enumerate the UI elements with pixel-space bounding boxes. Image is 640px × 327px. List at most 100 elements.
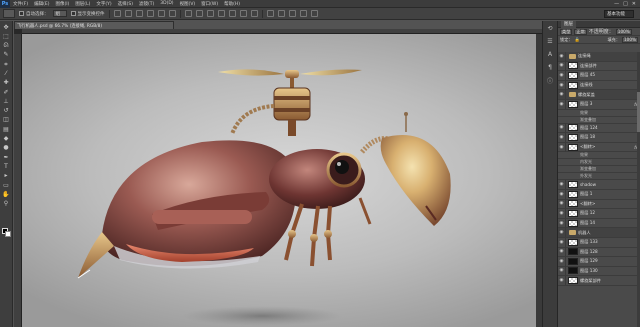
tool-preset-picker[interactable] [3,9,15,18]
visibility-eye-icon[interactable]: ◉ [558,266,566,276]
menu-select[interactable]: 选择(S) [115,1,136,7]
dodge-tool-icon[interactable]: ● [2,145,11,152]
layer-filter-select[interactable]: 类型 [560,28,573,35]
quick-select-tool-icon[interactable]: ✎ [2,52,11,59]
history-brush-tool-icon[interactable]: ↺ [2,108,11,115]
gradient-tool-icon[interactable]: ▤ [2,126,11,133]
marquee-tool-icon[interactable]: ⬚ [2,33,11,40]
visibility-eye-icon[interactable]: ◉ [558,256,566,266]
canvas[interactable] [22,34,536,327]
layer-effect-row[interactable]: 外发光 [558,173,640,181]
layer-row[interactable]: ◉ <翻转> [558,199,640,210]
visibility-eye-icon[interactable]: ◉ [558,208,566,218]
visibility-eye-icon[interactable]: ◉ [558,199,566,209]
align-hcenter-icon[interactable] [157,10,165,17]
hand-tool-icon[interactable]: ✋ [2,191,11,198]
healing-brush-tool-icon[interactable]: ✚ [2,80,11,87]
layer-row[interactable]: ◉ 图层 14 [558,218,640,229]
blur-tool-icon[interactable]: ◆ [2,136,11,143]
layer-row[interactable]: ◉ shadow [558,180,640,190]
layer-row[interactable]: ◉ 图层 12 [558,208,640,219]
opacity-input[interactable]: 100% [615,28,632,35]
visibility-eye-icon[interactable]: ◉ [558,142,566,152]
layer-row[interactable]: ◉ 图层 18 [558,132,640,143]
visibility-eye-icon[interactable]: ◉ [558,61,566,71]
layer-row[interactable]: ◉<翻转>fx [558,142,640,153]
3d-pan-icon[interactable] [288,10,296,17]
layer-row[interactable]: ◉ 图层 124 [558,123,640,134]
lock-icon[interactable]: 🔒 [575,37,580,43]
clone-stamp-tool-icon[interactable]: ⊥ [2,98,11,105]
menu-image[interactable]: 图像(I) [52,1,72,7]
auto-select-target-select[interactable]: 组 [52,10,67,17]
layer-row[interactable]: ◉ 螺旋桨部件 [558,276,640,286]
menu-file[interactable]: 文件(F) [10,1,31,7]
lasso-tool-icon[interactable]: ᘏ [2,43,11,50]
visibility-eye-icon[interactable]: ◉ [558,228,566,238]
rectangle-tool-icon[interactable]: ▭ [2,182,11,189]
brush-tool-icon[interactable]: ✐ [2,89,11,96]
type-tool-icon[interactable]: T [2,163,11,170]
layer-effect-row[interactable]: 内发光 [558,159,640,167]
align-left-icon[interactable] [146,10,154,17]
layer-row[interactable]: ◉ 图层 133 [558,237,640,248]
menu-edit[interactable]: 编辑(E) [31,1,52,7]
layer-effect-row[interactable]: 渐变叠加 [558,166,640,174]
align-bottom-icon[interactable] [135,10,143,17]
layer-row[interactable]: ◉ 图层 1 [558,189,640,200]
visibility-eye-icon[interactable]: ◉ [558,276,566,286]
visibility-eye-icon[interactable]: ◉ [558,218,566,228]
properties-panel-icon[interactable]: ☰ [545,37,555,45]
layer-row[interactable]: ◉图层 3fx [558,99,640,110]
visibility-eye-icon[interactable]: ◉ [558,237,566,247]
tab-layers[interactable]: 图层 [561,20,576,28]
menu-view[interactable]: 视图(V) [177,1,199,7]
vertical-ruler[interactable] [14,34,22,327]
layer-row[interactable]: ◉ 连接部件 [558,61,640,72]
3d-roll-icon[interactable] [277,10,285,17]
eyedropper-tool-icon[interactable]: ⁄ [2,70,11,77]
layer-row[interactable]: ◉ 图层 129 [558,256,640,267]
visibility-eye-icon[interactable]: ◉ [558,123,566,133]
3d-rotate-icon[interactable] [266,10,274,17]
fill-input[interactable]: 100% [622,36,638,43]
align-top-icon[interactable] [113,10,121,17]
minimize-button[interactable]: — [614,1,619,7]
character-panel-icon[interactable]: A [545,50,555,58]
blend-mode-select[interactable]: 正常 [574,28,587,35]
info-panel-icon[interactable]: ⓘ [545,76,555,85]
auto-align-icon[interactable] [250,10,258,17]
visibility-eye-icon[interactable]: ◉ [558,80,566,90]
layer-row[interactable]: ◉ 图层 130 [558,266,640,277]
3d-scale-icon[interactable] [310,10,318,17]
visibility-eye-icon[interactable]: ◉ [558,99,566,109]
document-tab[interactable]: 飞行机器人.psd @ 66.7% (连接绳, RGB/8) [14,21,174,29]
align-right-icon[interactable] [168,10,176,17]
background-color-swatch[interactable] [5,231,11,237]
paragraph-panel-icon[interactable]: ¶ [545,63,555,71]
workspace-select[interactable]: 基本功能 [604,9,634,18]
layer-effect-row[interactable]: 渐变叠加 [558,117,640,124]
distribute-bottom-icon[interactable] [206,10,214,17]
layer-effect-row[interactable]: 效果 [558,152,640,160]
menu-layer[interactable]: 图层(L) [72,1,93,7]
visibility-eye-icon[interactable]: ◉ [558,189,566,199]
menu-3d[interactable]: 3D(D) [157,1,176,6]
visibility-eye-icon[interactable]: ◉ [558,52,566,61]
auto-select-checkbox[interactable]: 自动选择： [19,11,49,17]
menu-help[interactable]: 帮助(H) [221,1,243,7]
layer-group-row[interactable]: ◉ 机器人 [558,228,640,238]
layer-effect-row[interactable]: 效果 [558,110,640,117]
visibility-eye-icon[interactable]: ◉ [558,70,566,80]
close-button[interactable]: ✕ [632,1,636,7]
menu-filter[interactable]: 滤镜(T) [136,1,157,7]
eraser-tool-icon[interactable]: ◫ [2,117,11,124]
pen-tool-icon[interactable]: ✒ [2,154,11,161]
layer-row[interactable]: ◉ 图层 45 [558,70,640,81]
menu-type[interactable]: 文字(Y) [93,1,114,7]
visibility-eye-icon[interactable]: ◉ [558,247,566,257]
path-select-tool-icon[interactable]: ▸ [2,173,11,180]
distribute-hcenter-icon[interactable] [228,10,236,17]
layer-group-row[interactable]: ◉ 螺旋桨盖 [558,90,640,100]
visibility-eye-icon[interactable]: ◉ [558,90,566,100]
